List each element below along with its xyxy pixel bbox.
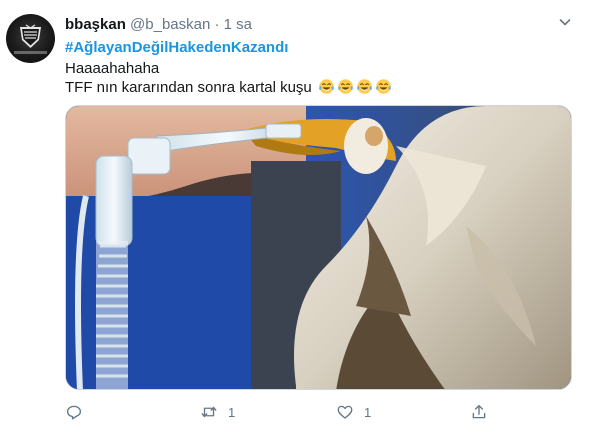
avatar-stripe — [14, 51, 47, 54]
reply-icon[interactable] — [65, 403, 83, 421]
caret-down-icon[interactable] — [557, 14, 573, 30]
tweet-text-line-1: Haaaahahaha — [65, 60, 160, 77]
emoji-row — [316, 79, 392, 96]
eagle-photo — [66, 106, 571, 389]
retweet-count: 1 — [228, 404, 236, 420]
share-action[interactable] — [470, 402, 498, 422]
crest-logo-icon — [20, 24, 41, 48]
tweet-text-line-2: TFF nın kararından sonra kartal kuşu — [65, 78, 392, 97]
media-image[interactable] — [65, 105, 572, 390]
tweet[interactable]: bbaşkan @b_baskan · 1 sa #AğlayanDeğilHa… — [0, 0, 596, 440]
like-count: 1 — [364, 404, 372, 420]
hashtag-link[interactable]: #AğlayanDeğilHakedenKazandı — [65, 38, 288, 57]
face-with-tears-of-joy-icon — [338, 79, 353, 94]
face-with-tears-of-joy-icon — [319, 79, 334, 94]
avatar[interactable] — [6, 14, 55, 63]
like-action[interactable]: 1 — [336, 402, 371, 422]
retweet-icon[interactable] — [200, 403, 218, 421]
tweet-text-line-2-text: TFF nın kararından sonra kartal kuşu — [65, 79, 312, 96]
like-icon[interactable] — [336, 403, 354, 421]
tweet-time[interactable]: 1 sa — [224, 16, 252, 33]
face-with-tears-of-joy-icon — [376, 79, 391, 94]
separator-dot: · — [214, 16, 220, 33]
display-name[interactable]: bbaşkan — [65, 16, 126, 33]
tweet-header: bbaşkan @b_baskan · 1 sa — [65, 16, 252, 34]
retweet-action[interactable]: 1 — [200, 402, 235, 422]
reply-action[interactable] — [65, 402, 93, 422]
face-with-tears-of-joy-icon — [357, 79, 372, 94]
share-icon[interactable] — [470, 403, 488, 421]
user-handle[interactable]: @b_baskan — [130, 16, 210, 33]
